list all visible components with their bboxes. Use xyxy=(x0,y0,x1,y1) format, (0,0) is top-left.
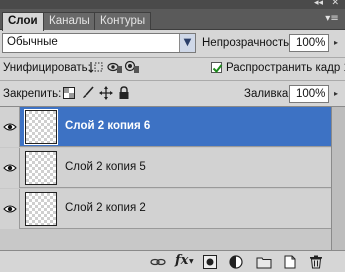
layer-row[interactable]: Слой 2 копия 2 xyxy=(0,189,331,229)
layer-style-icon[interactable]: fx xyxy=(175,253,188,268)
blend-mode-value: Обычные xyxy=(7,36,58,48)
divider xyxy=(0,57,345,58)
eye-icon[interactable] xyxy=(0,148,20,188)
tab-channels[interactable]: Каналы xyxy=(43,12,96,30)
layer-name[interactable]: Слой 2 копия 6 xyxy=(65,120,150,132)
propagate-frame-label: Распространить кадр 1 xyxy=(226,62,345,74)
trash-icon[interactable] xyxy=(309,255,323,269)
unify-visibility-icon[interactable] xyxy=(107,60,123,74)
unify-position-icon[interactable] xyxy=(88,60,104,74)
lock-icon[interactable] xyxy=(118,86,130,100)
layer-thumbnail xyxy=(25,151,57,185)
layer-name[interactable]: Слой 2 копия 5 xyxy=(65,161,146,173)
panel-menu-icon[interactable]: ▾≡ xyxy=(325,13,339,25)
layer-row[interactable]: Слой 2 копия 5 xyxy=(0,148,331,188)
fill-arrow-icon[interactable]: ▸ xyxy=(331,85,341,103)
layers-toolbar: fx ▼ xyxy=(0,250,345,272)
tab-bar: Слои Каналы Контуры ▾≡ xyxy=(0,9,345,31)
layer-thumbnail xyxy=(24,109,58,145)
lock-label: Закрепить: xyxy=(3,88,62,100)
lock-transparency-icon[interactable] xyxy=(63,87,75,99)
unify-style-icon[interactable] xyxy=(124,60,140,74)
close-icon[interactable]: ✕ xyxy=(331,0,339,9)
chevron-down-icon[interactable]: ▼ xyxy=(179,34,195,52)
brush-icon[interactable] xyxy=(81,86,95,100)
fill-label: Заливка: xyxy=(244,88,292,100)
chevron-down-icon: ▼ xyxy=(189,258,194,265)
folder-icon[interactable] xyxy=(256,255,272,269)
tab-paths[interactable]: Контуры xyxy=(94,12,152,30)
layer-row[interactable]: Слой 2 копия 6 xyxy=(0,107,331,147)
new-layer-icon[interactable] xyxy=(283,255,297,269)
propagate-frame-checkbox[interactable] xyxy=(211,62,223,74)
layer-thumbnail xyxy=(25,192,57,226)
unify-label: Унифицировать: xyxy=(3,62,91,74)
blend-mode-select[interactable]: Обычные ▼ xyxy=(2,33,196,53)
add-mask-icon[interactable] xyxy=(203,255,217,269)
link-layers-icon[interactable] xyxy=(150,255,166,269)
scrollbar[interactable] xyxy=(331,106,345,250)
fill-input[interactable]: 100% xyxy=(289,85,329,103)
move-icon[interactable] xyxy=(99,86,113,100)
opacity-arrow-icon[interactable]: ▸ xyxy=(331,34,341,52)
opacity-input[interactable]: 100% xyxy=(289,34,329,52)
layers-list: Слой 2 копия 6 Слой 2 копия 5 Слой 2 коп… xyxy=(0,106,331,250)
opacity-label: Непрозрачность: xyxy=(202,37,293,49)
tab-layers[interactable]: Слои xyxy=(2,12,44,31)
adjustment-layer-icon[interactable] xyxy=(229,255,243,269)
divider xyxy=(0,80,345,81)
eye-icon[interactable] xyxy=(0,107,20,147)
layer-name[interactable]: Слой 2 копия 2 xyxy=(65,202,146,214)
eye-icon[interactable] xyxy=(0,189,20,229)
panel-titlebar: ◂◂ ✕ xyxy=(0,0,345,9)
double-arrow-icon[interactable]: ◂◂ xyxy=(314,0,323,9)
